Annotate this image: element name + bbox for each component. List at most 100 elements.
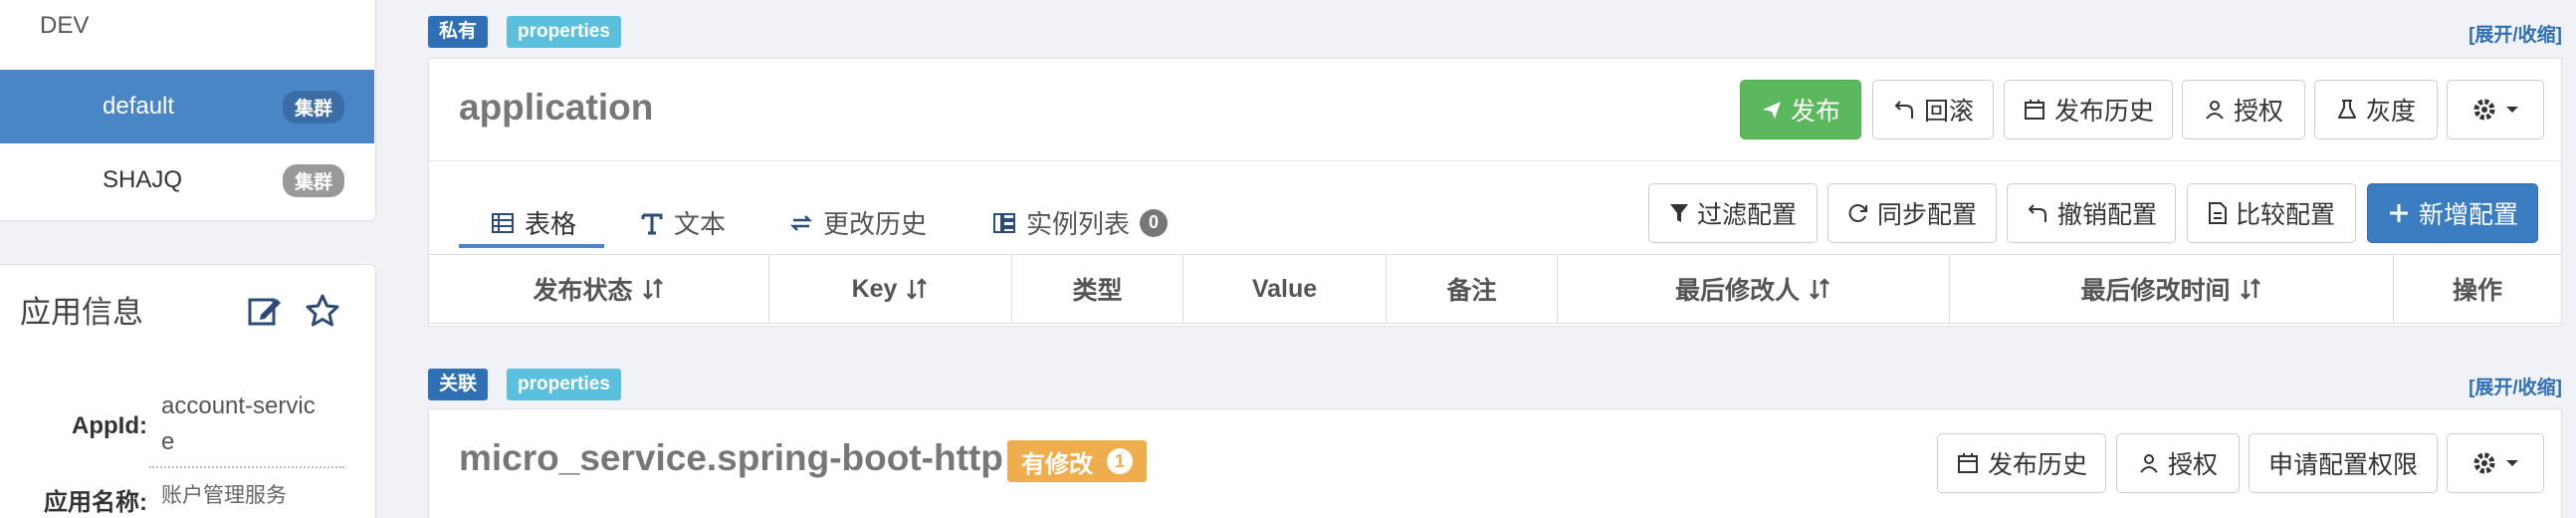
- env-label: DEV: [40, 12, 90, 39]
- grant-label: 授权: [2167, 451, 2218, 479]
- history-icon: [789, 214, 813, 231]
- publish-history-label: 发布历史: [2053, 98, 2154, 126]
- cluster-badge: 集群: [282, 90, 344, 124]
- compare-config-label: 比较配置: [2235, 201, 2335, 229]
- column-label: 操作: [2452, 277, 2502, 305]
- divider: [149, 466, 344, 468]
- grant-button[interactable]: 授权: [2116, 433, 2240, 493]
- send-icon: [1762, 102, 1781, 119]
- expand-collapse-link[interactable]: [展开/收缩]: [2469, 20, 2562, 47]
- sort-icon: [2240, 278, 2260, 300]
- revoke-config-label: 撤销配置: [2056, 201, 2157, 229]
- gear-icon: [2473, 452, 2495, 474]
- appname-value: 账户管理服务: [161, 484, 287, 507]
- gray-release-button[interactable]: 灰度: [2314, 80, 2438, 139]
- plus-icon: [2389, 204, 2408, 222]
- cluster-panel: DEV default 集群 SHAJQ 集群: [0, 0, 376, 221]
- config-table-header: 发布状态 Key 类型 Value 备注 最后修改人 最后修改时间 操作: [429, 254, 2561, 324]
- table-icon: [492, 212, 514, 233]
- cluster-item-shajq[interactable]: SHAJQ 集群: [0, 143, 374, 217]
- divider: [429, 160, 2561, 161]
- cluster-badge: 集群: [282, 163, 344, 197]
- compare-config-button[interactable]: 比较配置: [2187, 183, 2356, 243]
- publish-button[interactable]: 发布: [1740, 80, 1861, 139]
- settings-dropdown-button[interactable]: [2447, 433, 2544, 493]
- active-tab-indicator: [459, 244, 604, 248]
- expand-collapse-link[interactable]: [展开/收缩]: [2469, 373, 2562, 399]
- column-label: 最后修改人: [1674, 277, 1800, 305]
- gear-icon: [2473, 99, 2495, 121]
- namespace-format-tag: properties: [507, 16, 621, 48]
- filter-config-button[interactable]: 过滤配置: [1648, 183, 1818, 243]
- grant-button[interactable]: 授权: [2182, 80, 2305, 139]
- cluster-name: default: [103, 93, 175, 120]
- column-header-comment: 备注: [1387, 255, 1558, 323]
- add-config-button[interactable]: 新增配置: [2367, 183, 2538, 243]
- column-label: Value: [1251, 274, 1318, 303]
- namespace-title: micro_service.spring-boot-http: [459, 437, 1003, 478]
- app-info-title: 应用信息: [20, 295, 143, 330]
- apply-permission-button[interactable]: 申请配置权限: [2249, 433, 2438, 493]
- user-icon: [2140, 454, 2158, 473]
- rollback-button[interactable]: 回滚: [1872, 80, 1994, 139]
- column-label: Key: [851, 274, 898, 303]
- column-header-status[interactable]: 发布状态: [429, 255, 769, 323]
- appname-label: 应用名称:: [44, 489, 147, 516]
- namespace-panel-micro-service: micro_service.spring-boot-http 有修改 1 发布历…: [428, 408, 2562, 518]
- calendar-icon: [1957, 453, 1978, 473]
- filter-icon: [1669, 204, 1688, 222]
- tab-history[interactable]: 更改历史: [789, 204, 927, 241]
- user-icon: [2206, 101, 2224, 120]
- sync-config-button[interactable]: 同步配置: [1827, 183, 1997, 243]
- gray-release-label: 灰度: [2365, 98, 2416, 126]
- cluster-name: SHAJQ: [103, 166, 183, 193]
- column-label: 最后修改时间: [2080, 277, 2231, 305]
- publish-history-button[interactable]: 发布历史: [1937, 433, 2106, 493]
- rollback-label: 回滚: [1923, 98, 1974, 126]
- chevron-down-icon: [2506, 107, 2518, 113]
- namespace-scope-tag: 私有: [428, 16, 489, 48]
- column-label: 备注: [1446, 277, 1497, 305]
- column-header-key[interactable]: Key: [769, 255, 1012, 323]
- refresh-icon: [1848, 204, 1867, 222]
- text-icon: [641, 213, 663, 234]
- file-compare-icon: [2208, 202, 2227, 224]
- filter-config-label: 过滤配置: [1696, 201, 1797, 229]
- publish-history-button[interactable]: 发布历史: [2004, 80, 2173, 139]
- instance-list-icon: [993, 212, 1015, 233]
- grant-label: 授权: [2233, 98, 2283, 126]
- edit-icon[interactable]: [247, 293, 283, 329]
- column-header-modifier[interactable]: 最后修改人: [1558, 255, 1950, 323]
- namespace-format-tag: properties: [507, 369, 621, 400]
- tab-instance-list-label: 实例列表: [1026, 209, 1131, 239]
- sort-icon: [907, 278, 928, 300]
- appid-value-line1: account-servic: [161, 392, 316, 419]
- tab-instance-list[interactable]: 实例列表 0: [992, 204, 1169, 241]
- instance-count-badge: 0: [1140, 208, 1169, 237]
- column-header-type: 类型: [1012, 255, 1183, 323]
- publish-label: 发布: [1790, 98, 1840, 126]
- undo-icon: [2028, 204, 2046, 222]
- tab-text[interactable]: 文本: [640, 204, 726, 241]
- namespace-panel-application: application 发布 回滚 发布历史 授权 灰度 表格 文本 更改历史 …: [428, 58, 2562, 327]
- tab-history-label: 更改历史: [823, 209, 928, 239]
- revoke-config-button[interactable]: 撤销配置: [2007, 183, 2176, 243]
- sync-config-label: 同步配置: [1876, 201, 1977, 229]
- cluster-item-default[interactable]: default 集群: [0, 70, 374, 143]
- publish-history-label: 发布历史: [1987, 451, 2087, 479]
- left-sidebar: DEV default 集群 SHAJQ 集群 应用信息 AppId: acco…: [0, 0, 376, 518]
- column-header-modified-time[interactable]: 最后修改时间: [1950, 255, 2394, 323]
- column-label: 类型: [1072, 277, 1123, 305]
- tab-text-label: 文本: [674, 209, 727, 239]
- add-config-label: 新增配置: [2418, 201, 2518, 229]
- modified-badge: 有修改 1: [1007, 440, 1147, 482]
- sort-icon: [642, 278, 663, 300]
- settings-dropdown-button[interactable]: [2447, 80, 2544, 139]
- tab-table[interactable]: 表格: [491, 204, 576, 241]
- column-label: 发布状态: [533, 277, 633, 305]
- undo-icon: [1894, 101, 1913, 119]
- namespace-scope-tag: 关联: [428, 369, 489, 400]
- column-header-actions: 操作: [2394, 255, 2561, 323]
- sort-icon: [1810, 278, 1829, 300]
- star-icon[interactable]: [305, 293, 340, 329]
